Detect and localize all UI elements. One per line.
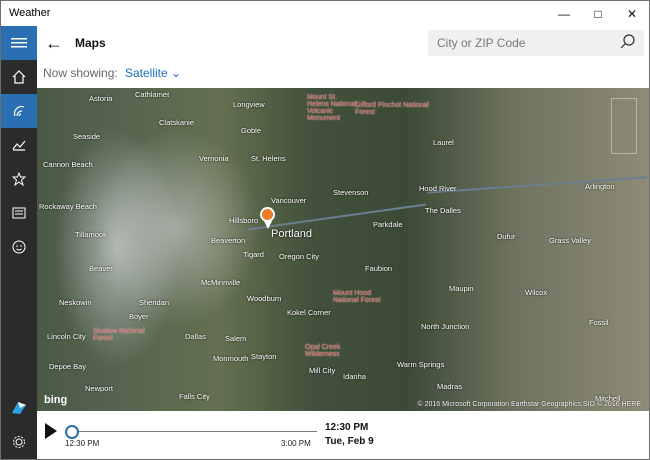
map-label: Fossil	[589, 318, 609, 327]
map-label: Stevenson	[333, 188, 369, 197]
timeline-bar: 12:30 PM 3:00 PM 12:30 PM Tue, Feb 9	[37, 411, 649, 459]
layer-dropdown-value: Satellite	[125, 66, 168, 80]
map-label: Longview	[233, 100, 265, 109]
sidebar	[1, 26, 37, 459]
page-header: ← Maps City or ZIP Code	[37, 26, 649, 61]
play-icon[interactable]	[45, 423, 57, 439]
map-label: Idanha	[343, 372, 366, 381]
map-label: Vernonia	[199, 154, 229, 163]
search-placeholder: City or ZIP Code	[437, 36, 526, 50]
maximize-button[interactable]: □	[581, 1, 615, 26]
settings-gear-icon[interactable]	[1, 425, 37, 459]
map-label: Opal Creek Wilderness	[305, 344, 341, 358]
map-label: Goble	[241, 126, 262, 135]
map-label: Hood River	[419, 184, 457, 193]
home-icon[interactable]	[1, 60, 37, 94]
places-icon[interactable]	[1, 162, 37, 196]
map-label: Beaver	[89, 264, 113, 273]
map-label: Wilcox	[525, 288, 548, 297]
page-title: Maps	[75, 36, 106, 50]
weather-window: Weather — □ ✕ ← Maps City or ZIP Code No…	[0, 0, 650, 460]
map-label: Mount St. Helens National Volcanic Monum…	[307, 94, 357, 122]
map-label: Gifford Pinchot National Forest	[355, 102, 429, 116]
layer-dropdown[interactable]: Satellite ⌄	[125, 66, 181, 80]
map-label: Grass Valley	[549, 236, 591, 245]
news-icon[interactable]	[1, 196, 37, 230]
map-label: Neskowin	[59, 298, 92, 307]
map-compass-control[interactable]	[611, 98, 637, 154]
bing-logo: bing	[44, 394, 68, 406]
historical-weather-icon[interactable]	[1, 128, 37, 162]
map-label: Cannon Beach	[43, 160, 93, 169]
feedback-icon[interactable]	[1, 230, 37, 264]
map-label: Sheridan	[139, 298, 170, 307]
maps-icon[interactable]	[1, 94, 37, 128]
chevron-down-icon: ⌄	[171, 66, 182, 80]
map-label: Salem	[225, 334, 247, 343]
map-label: Tigard	[243, 250, 264, 259]
map-label: Tillamook	[75, 230, 107, 239]
timeline-slider-thumb[interactable]	[65, 425, 79, 439]
close-button[interactable]: ✕	[615, 1, 649, 26]
map-label: Madras	[437, 382, 463, 391]
map-label: Faubion	[365, 264, 393, 273]
search-box[interactable]: City or ZIP Code	[428, 30, 644, 56]
timeline-track[interactable]	[71, 431, 317, 432]
map-label: Laurel	[433, 138, 454, 147]
map-label: Warm Springs	[397, 360, 445, 369]
map-label: Portland	[271, 228, 312, 240]
map-label: Cathlamet	[135, 90, 170, 99]
minimize-button[interactable]: —	[547, 1, 581, 26]
title-bar: Weather — □ ✕	[1, 1, 649, 26]
map-label: Lincoln City	[47, 332, 86, 341]
map-label: Hillsboro	[229, 216, 259, 225]
map-label: Kokel Corner	[287, 308, 331, 317]
satellite-map[interactable]: Astoria Cathlamet Longview Mount St. Hel…	[37, 88, 649, 411]
current-date: Tue, Feb 9	[325, 436, 374, 447]
hamburger-menu-icon[interactable]	[1, 26, 37, 60]
timeline-end-time: 3:00 PM	[281, 439, 311, 448]
map-label: Beaverton	[211, 236, 246, 245]
map-label: Mill City	[309, 366, 336, 375]
map-label: Monmouth	[213, 354, 249, 363]
map-label: Siuslaw National Forest	[93, 328, 145, 342]
map-label: Falls City	[179, 392, 210, 401]
map-label: Stayton	[251, 352, 277, 361]
map-label: Parkdale	[373, 220, 403, 229]
map-label: St. Helens	[251, 154, 286, 163]
now-showing-label: Now showing:	[43, 66, 118, 80]
back-arrow-icon[interactable]: ←	[45, 33, 63, 54]
window-title: Weather	[9, 7, 51, 19]
map-label: Mount Hood National Forest	[333, 290, 381, 304]
map-label: Clatskanie	[159, 118, 195, 127]
map-label: Woodburn	[247, 294, 282, 303]
map-copyright: © 2016 Microsoft Corporation Earthstar G…	[417, 401, 641, 408]
search-icon[interactable]	[620, 34, 636, 55]
msn-logo-icon[interactable]	[1, 391, 37, 425]
map-label: Boyer	[129, 312, 149, 321]
map-label: Rockaway Beach	[39, 202, 97, 211]
map-label: Seaside	[73, 132, 101, 141]
map-label: Vancouver	[271, 196, 307, 205]
timeline-start-time: 12:30 PM	[65, 439, 100, 448]
map-label: McMinnville	[201, 278, 241, 287]
map-label: Astoria	[89, 94, 113, 103]
map-label: Dallas	[185, 332, 206, 341]
map-label: Depoe Bay	[49, 362, 87, 371]
map-label: Arlington	[585, 182, 615, 191]
map-label: Newport	[85, 384, 113, 393]
map-layer-selector: Now showing: Satellite ⌄	[37, 61, 649, 88]
map-label: North Junction	[421, 322, 470, 331]
map-label: Dufur	[497, 232, 516, 241]
location-pin-icon[interactable]	[260, 207, 275, 229]
map-label: Maupin	[449, 284, 474, 293]
current-time: 12:30 PM	[325, 422, 369, 433]
map-label: The Dalles	[425, 206, 461, 215]
map-label: Oregon City	[279, 252, 320, 261]
